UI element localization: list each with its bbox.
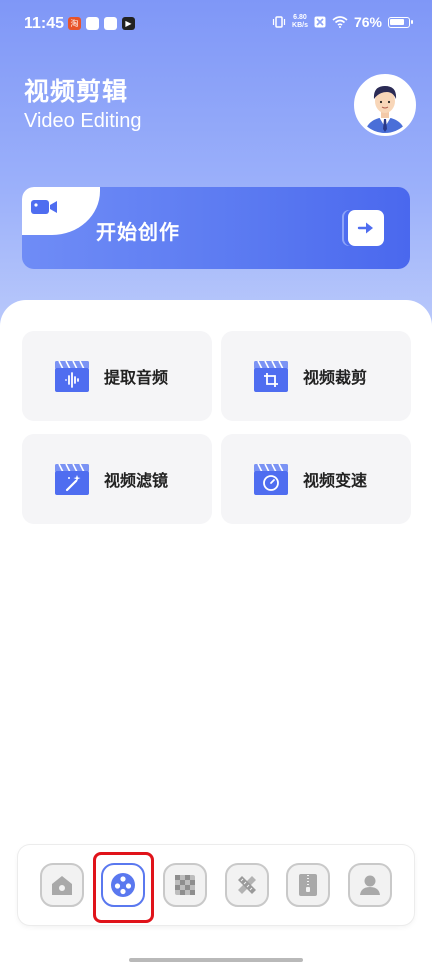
pencil-ruler-icon [238,876,256,894]
nav-tools[interactable] [225,863,269,907]
mail-notification-icon [104,17,117,30]
home-icon [52,876,72,895]
mosaic-icon [175,875,195,895]
status-time: 11:45 [24,15,65,32]
tool-label: 视频变速 [303,471,368,490]
magic-wand-icon [55,463,89,495]
start-arrow-button[interactable] [348,210,384,246]
net-speed: 6.80 KB/s [292,14,308,29]
tool-label: 视频滤镜 [104,471,169,490]
user-icon [360,875,380,895]
audio-wave-icon [55,360,89,392]
page-title: 视频剪辑 [24,77,129,106]
crop-icon [254,360,288,392]
battery-icon [388,16,413,28]
app-notification-icon [86,17,99,30]
tool-extract-audio[interactable]: 提取音频 [22,331,212,421]
avatar[interactable] [354,74,416,136]
status-bar: 11:45 淘 ▶ 6.80 KB/s 76% [0,0,432,50]
speed-dial-icon [254,463,288,495]
start-creating-card[interactable]: 开始创作 [22,187,410,269]
start-creating-label: 开始创作 [96,220,180,244]
status-right: 6.80 KB/s 76% [272,14,413,30]
app-notification-icon: 淘 [68,17,81,30]
tool-video-speed[interactable]: 视频变速 [221,434,411,524]
tool-label: 视频裁剪 [303,368,368,387]
arrow-right-icon [357,222,373,234]
selection-highlight-box [93,852,154,923]
tool-label: 提取音频 [104,368,169,387]
notification-icons: 淘 ▶ [68,17,135,30]
wifi-icon [332,16,348,28]
avatar-person-icon [357,77,413,133]
battery-percent: 76% [353,14,382,30]
nav-profile[interactable] [348,863,392,907]
page-subtitle: Video Editing [24,110,142,132]
nav-home[interactable] [40,863,84,907]
nav-mosaic[interactable] [163,863,207,907]
hero-background [0,0,432,340]
vibrate-icon [272,16,286,28]
tool-video-crop[interactable]: 视频裁剪 [221,331,411,421]
nav-archive[interactable] [286,863,330,907]
bottom-nav [18,845,414,925]
zip-archive-icon [299,874,317,896]
app-notification-icon: ▶ [122,17,135,30]
home-indicator[interactable] [129,958,303,962]
tool-video-filter[interactable]: 视频滤镜 [22,434,212,524]
sim-icon [314,16,326,28]
video-camera-icon [31,200,57,214]
